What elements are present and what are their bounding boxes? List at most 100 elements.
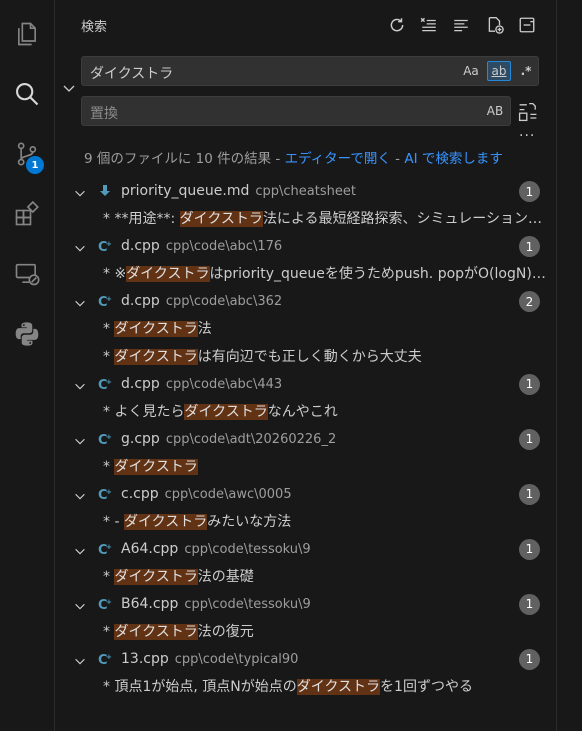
- result-match-line[interactable]: * ダイクストラ法の復元: [103, 621, 553, 643]
- file-path-text: cpp\code\adt\20260226_2: [165, 431, 337, 447]
- collapse-all-icon[interactable]: [516, 14, 538, 36]
- file-path-text: cpp\code\abc\176: [165, 239, 283, 254]
- svg-text:+: +: [106, 543, 112, 551]
- remote-explorer-icon[interactable]: [0, 250, 54, 298]
- result-file-row[interactable]: priority_queue.md cpp\cheatsheet 1: [55, 179, 555, 205]
- match-prefix: *: [103, 568, 115, 585]
- file-name-text: 13.cpp: [121, 650, 169, 667]
- source-control-icon[interactable]: 1: [0, 130, 54, 178]
- expand-chevron-icon[interactable]: [73, 378, 87, 392]
- result-file-name: d.cpp cpp\code\abc\176: [121, 238, 282, 254]
- use-regex-toggle[interactable]: .*: [516, 62, 536, 80]
- result-match-line[interactable]: * よく見たらダイクストラなんやこれ: [103, 401, 553, 423]
- result-match-line[interactable]: * **用途**: ダイクストラ法による最短経路探索、シミュレーション問題...: [103, 208, 553, 230]
- match-whole-word-toggle[interactable]: ab: [487, 61, 511, 81]
- match-highlight: ダイクストラ: [179, 211, 263, 227]
- svg-text:+: +: [106, 433, 112, 441]
- file-name-text: d.cpp: [121, 238, 160, 254]
- search-panel: 検索 ダイクストラ Aa ab .* 置換 AB ··· 9 個のファイルに 1…: [55, 0, 555, 731]
- file-path-text: cpp\code\abc\362: [165, 294, 283, 309]
- match-highlight: ダイクストラ: [114, 458, 198, 475]
- result-file-row[interactable]: C + g.cpp cpp\code\adt\20260226_2 1: [55, 427, 555, 453]
- result-file-row[interactable]: C + c.cpp cpp\code\awc\0005 1: [55, 482, 555, 508]
- match-highlight: ダイクストラ: [114, 348, 198, 365]
- result-match-line[interactable]: * - ダイクストラみたいな方法: [103, 511, 553, 533]
- match-count-badge: 1: [519, 538, 540, 560]
- match-case-toggle[interactable]: Aa: [460, 62, 482, 80]
- match-suffix: はpriority_queueを使うためpush. popがO(logN)で..…: [209, 266, 554, 282]
- view-as-tree-icon[interactable]: [450, 14, 472, 36]
- expand-chevron-icon[interactable]: [73, 433, 87, 447]
- match-highlight: ダイクストラ: [114, 568, 198, 585]
- svg-text:+: +: [106, 295, 112, 303]
- cpp-icon: C +: [97, 541, 113, 558]
- result-match-line[interactable]: * 頂点1が始点, 頂点Nが始点のダイクストラを1回ずつやる: [103, 676, 553, 698]
- match-highlight: ダイクストラ: [184, 403, 268, 420]
- result-file-name: c.cpp cpp\code\awc\0005: [121, 486, 292, 502]
- expand-chevron-icon[interactable]: [73, 240, 87, 254]
- file-name-text: c.cpp: [121, 485, 159, 502]
- match-suffix: みたいな方法: [207, 513, 292, 530]
- cpp-icon: C +: [97, 486, 113, 503]
- result-match-line[interactable]: * ダイクストラ法の基礎: [103, 566, 553, 588]
- match-suffix: 法の基礎: [197, 568, 254, 585]
- scrollbar[interactable]: [556, 0, 582, 731]
- result-match-line[interactable]: * ※ダイクストラはpriority_queueを使うためpush. popがO…: [103, 263, 553, 285]
- result-file-row[interactable]: C + d.cpp cpp\code\abc\443 1: [55, 372, 555, 398]
- result-file-row[interactable]: C + A64.cpp cpp\code\tessoku\9 1: [55, 537, 555, 563]
- match-highlight: ダイクストラ: [126, 266, 210, 282]
- replace-input[interactable]: 置換 AB: [81, 96, 511, 126]
- search-icon[interactable]: [0, 70, 54, 118]
- new-search-editor-icon[interactable]: [484, 14, 506, 36]
- match-suffix: を1回ずつやる: [380, 678, 473, 695]
- result-file-row[interactable]: C + d.cpp cpp\code\abc\362 2: [55, 289, 555, 315]
- result-match-line[interactable]: * ダイクストラ: [103, 456, 553, 478]
- expand-chevron-icon[interactable]: [73, 185, 87, 199]
- explorer-icon[interactable]: [0, 10, 54, 58]
- expand-chevron-icon[interactable]: [73, 295, 87, 309]
- svg-text:+: +: [106, 598, 112, 606]
- file-path-text: cpp\code\tessoku\9: [184, 541, 311, 557]
- cpp-icon: C +: [97, 431, 113, 448]
- match-suffix: は有向辺でも正しく動くから大丈夫: [197, 348, 422, 365]
- expand-chevron-icon[interactable]: [73, 543, 87, 557]
- replace-input-placeholder: 置換: [90, 106, 118, 122]
- result-file-row[interactable]: C + d.cpp cpp\code\abc\176 1: [55, 234, 555, 260]
- match-count-badge: 1: [519, 648, 540, 670]
- markdown-icon: [97, 183, 113, 199]
- match-count-badge: 2: [519, 291, 540, 312]
- result-file-name: d.cpp cpp\code\abc\443: [121, 376, 282, 392]
- result-file-row[interactable]: C + B64.cpp cpp\code\tessoku\9 1: [55, 592, 555, 618]
- expand-chevron-icon[interactable]: [73, 488, 87, 502]
- svg-text:+: +: [106, 488, 112, 496]
- activity-bar: 1: [0, 0, 55, 731]
- toggle-replace-chevron-icon[interactable]: [61, 80, 77, 96]
- expand-chevron-icon[interactable]: [73, 653, 87, 667]
- result-match-line[interactable]: * ダイクストラ法: [103, 318, 553, 340]
- search-input[interactable]: ダイクストラ Aa ab .*: [81, 56, 539, 86]
- match-prefix: * 頂点1が始点, 頂点Nが始点の: [103, 678, 297, 695]
- preserve-case-toggle[interactable]: AB: [484, 102, 506, 120]
- result-file-name: d.cpp cpp\code\abc\362: [121, 293, 282, 309]
- file-path-text: cpp\code\abc\443: [165, 376, 283, 392]
- match-prefix: *: [103, 458, 115, 475]
- open-in-editor-link[interactable]: エディターで開く: [285, 151, 391, 167]
- match-highlight: ダイクストラ: [296, 678, 381, 695]
- file-name-text: A64.cpp: [121, 540, 179, 557]
- match-prefix: * よく見たら: [103, 403, 185, 420]
- clear-results-icon[interactable]: [418, 14, 440, 36]
- search-details-toggle[interactable]: ···: [519, 128, 535, 144]
- match-prefix: *: [103, 623, 115, 640]
- extensions-icon[interactable]: [0, 190, 54, 238]
- refresh-icon[interactable]: [386, 14, 408, 36]
- result-file-name: B64.cpp cpp\code\tessoku\9: [121, 596, 311, 612]
- expand-chevron-icon[interactable]: [73, 598, 87, 612]
- match-prefix: * **用途**:: [103, 211, 180, 227]
- replace-all-icon[interactable]: [514, 100, 542, 124]
- python-icon[interactable]: [0, 310, 54, 358]
- match-count-badge: 1: [519, 593, 540, 615]
- result-file-row[interactable]: C + 13.cpp cpp\code\typical90 1: [55, 647, 555, 673]
- svg-text:+: +: [106, 240, 112, 248]
- result-match-line[interactable]: * ダイクストラは有向辺でも正しく動くから大丈夫: [103, 346, 553, 368]
- ai-search-link[interactable]: AI で検索します: [404, 151, 503, 167]
